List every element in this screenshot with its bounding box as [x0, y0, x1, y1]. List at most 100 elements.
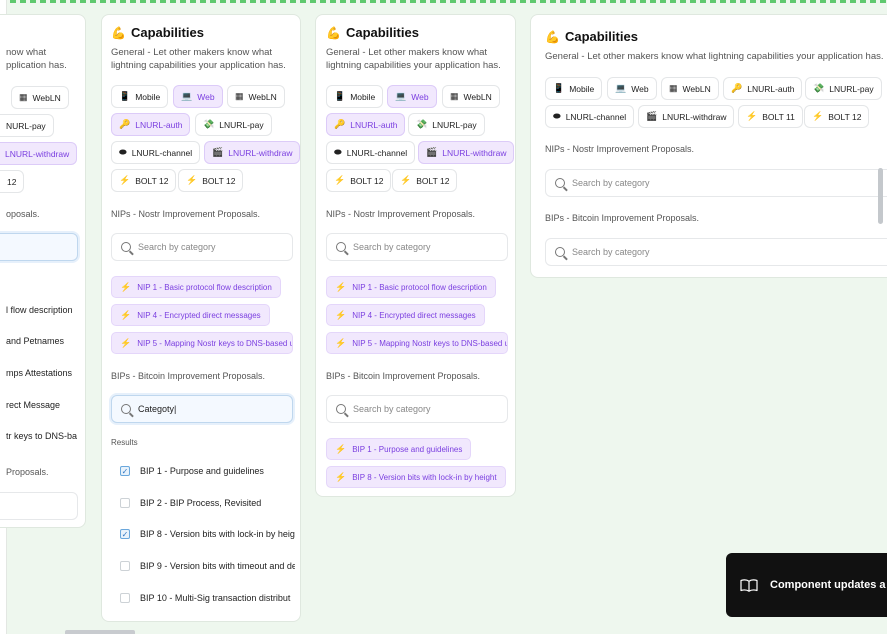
lightning-icon: ⚡ [335, 309, 347, 320]
chip-bolt-12[interactable]: ⚡ BOLT 12 [111, 169, 177, 192]
chip-lnurl-pay[interactable]: 💸 LNURL-pay [408, 113, 485, 136]
chip-lnurl-withdraw[interactable]: 🎬 LNURL-withdraw [638, 105, 735, 128]
search-icon [121, 242, 131, 252]
chip-web[interactable]: 💻 Web [173, 85, 223, 108]
chip-lnurl-pay[interactable]: NURL-pay [0, 114, 54, 137]
chip-webln[interactable]: ▦ WebLN [442, 85, 500, 108]
result-row-bip-8[interactable]: ✓ BIP 8 - Version bits with lock-in by he… [120, 529, 295, 539]
card-description: General - Let other makers know what lig… [545, 51, 884, 62]
chip-mobile[interactable]: 📱 Mobile [111, 85, 169, 108]
nips-search-input[interactable]: Search by category [111, 233, 293, 261]
bips-search-input[interactable]: Search by category [326, 395, 508, 423]
bip-tag-1[interactable]: ⚡ BIP 1 - Purpose and guidelines [326, 438, 472, 460]
nips-label-partial: oposals. [6, 209, 40, 219]
bips-label-partial: Proposals. [6, 467, 49, 477]
chip-mobile[interactable]: 📱 Mobile [326, 85, 384, 108]
chip-bolt-11[interactable]: ⚡ BOLT 11 [738, 105, 803, 128]
list-item: mps Attestations [6, 368, 73, 378]
bip-tag-8[interactable]: ⚡ BIP 8 - Version bits with lock-in by he… [326, 466, 506, 488]
mobile-phone-icon: 📱 [553, 83, 565, 93]
checkbox-checked[interactable]: ✓ [120, 529, 130, 539]
scrollbar-thumb[interactable] [878, 168, 883, 224]
chip-bolt-12[interactable]: ⚡ BOLT 12 [392, 169, 458, 192]
bips-search-input[interactable]: Search by category [545, 238, 887, 266]
checkbox[interactable] [120, 498, 130, 508]
nip-tag-4[interactable]: ⚡ NIP 4 - Encrypted direct messages [111, 304, 270, 326]
checkbox-checked[interactable]: ✓ [120, 466, 130, 476]
nip-tag-4[interactable]: ⚡ NIP 4 - Encrypted direct messages [326, 304, 485, 326]
mobile-phone-icon: 📱 [119, 91, 131, 101]
bips-search-input-focused[interactable]: Categoty| [111, 395, 293, 423]
book-open-icon [740, 578, 758, 592]
chip-lnurl-auth[interactable]: 🔑 LNURL-auth [326, 113, 406, 136]
list-item: tr keys to DNS-ba [6, 431, 78, 441]
search-icon [555, 247, 565, 257]
search-icon [555, 178, 565, 188]
nips-label: NIPs - Nostr Improvement Proposals. [326, 209, 476, 219]
chip-bolt-12[interactable]: ⚡ BOLT 12 [326, 169, 392, 192]
chip-lnurl-channel[interactable]: ⬬ LNURL-channel [326, 141, 416, 164]
nip-tag-1[interactable]: ⚡ NIP 1 - Basic protocol flow description [326, 276, 496, 298]
chip-mobile[interactable]: 📱 Mobile [545, 77, 603, 100]
result-row-bip-9[interactable]: BIP 9 - Version bits with timeout and de [120, 561, 295, 571]
checkbox[interactable] [120, 561, 130, 571]
nip-tag-5[interactable]: ⚡ NIP 5 - Mapping Nostr keys to DNS-based… [326, 332, 508, 354]
grid-icon: ▦ [450, 91, 459, 101]
chip-bolt-12[interactable]: ⚡ BOLT 12 [178, 169, 244, 192]
lightning-icon: ⚡ [186, 175, 198, 185]
key-icon: 🔑 [731, 83, 743, 93]
chip-bolt-12[interactable]: 12 [0, 170, 25, 193]
checkbox[interactable] [120, 593, 130, 603]
chip-web[interactable]: 💻 Web [607, 77, 657, 100]
key-icon: 🔑 [119, 119, 131, 129]
card-title: 💪 Capabilities [545, 29, 638, 44]
bottom-scrollbar-thumb[interactable] [65, 630, 135, 634]
nips-search-input[interactable]: Search by category [545, 169, 887, 197]
chip-lnurl-auth[interactable]: 🔑 LNURL-auth [723, 77, 803, 100]
key-icon: 🔑 [334, 119, 346, 129]
channel-icon: ⬬ [119, 147, 127, 157]
chip-lnurl-channel[interactable]: ⬬ LNURL-channel [111, 141, 201, 164]
description-partial-2: pplication has. [6, 60, 67, 71]
clapper-board-icon: 🎬 [426, 147, 438, 157]
list-item: rect Message [6, 400, 61, 410]
capabilities-card-with-results: 💪 Capabilities General - Let other maker… [101, 14, 301, 622]
chip-web[interactable]: 💻 Web [387, 85, 437, 108]
laptop-icon: 💻 [395, 91, 407, 101]
chip-lnurl-pay[interactable]: 💸 LNURL-pay [195, 113, 272, 136]
chip-webln[interactable]: ▦ WebLN [661, 77, 719, 100]
nip-tag-1[interactable]: ⚡ NIP 1 - Basic protocol flow description [111, 276, 281, 298]
chip-lnurl-withdraw[interactable]: 🎬 LNURL-withdraw [418, 141, 515, 164]
results-label: Results [111, 438, 138, 447]
nips-search-input[interactable]: Search by category [326, 233, 508, 261]
lightning-icon: ⚡ [335, 281, 347, 292]
money-wings-icon: 💸 [813, 83, 825, 93]
bips-label: BIPs - Bitcoin Improvement Proposals. [326, 371, 481, 381]
chip-webln[interactable]: ▦ WebLN [11, 86, 69, 109]
chip-bolt-12[interactable]: ⚡ BOLT 12 [804, 105, 870, 128]
money-wings-icon: 💸 [203, 119, 215, 129]
result-row-bip-10[interactable]: BIP 10 - Multi-Sig transaction distribut [120, 593, 295, 603]
chip-webln[interactable]: ▦ WebLN [227, 85, 285, 108]
list-item: l flow description [6, 305, 73, 315]
nips-search-input-focused[interactable] [0, 233, 78, 261]
lightning-icon: ⚡ [120, 309, 132, 320]
result-row-bip-1[interactable]: ✓ BIP 1 - Purpose and guidelines [120, 466, 295, 476]
chip-lnurl-channel[interactable]: ⬬ LNURL-channel [545, 105, 635, 128]
clapper-board-icon: 🎬 [212, 147, 224, 157]
chip-lnurl-withdraw[interactable]: LNURL-withdraw [0, 142, 78, 165]
lightning-icon: ⚡ [120, 337, 132, 348]
chip-lnurl-withdraw[interactable]: 🎬 LNURL-withdraw [204, 141, 300, 164]
channel-icon: ⬬ [334, 147, 342, 157]
chip-lnurl-pay[interactable]: 💸 LNURL-pay [805, 77, 882, 100]
toast-notification[interactable]: Component updates a [726, 553, 887, 617]
nips-label: NIPs - Nostr Improvement Proposals. [111, 209, 261, 219]
toast-text: Component updates a [770, 579, 886, 591]
nip-tag-5[interactable]: ⚡ NIP 5 - Mapping Nostr keys to DNS-based… [111, 332, 293, 354]
lightning-icon: ⚡ [119, 175, 131, 185]
bips-search-input[interactable] [0, 492, 78, 520]
description-partial-1: now what [6, 47, 47, 58]
chip-lnurl-auth[interactable]: 🔑 LNURL-auth [111, 113, 191, 136]
card-title: 💪 Capabilities [111, 25, 204, 40]
result-row-bip-2[interactable]: BIP 2 - BIP Process, Revisited [120, 498, 295, 508]
